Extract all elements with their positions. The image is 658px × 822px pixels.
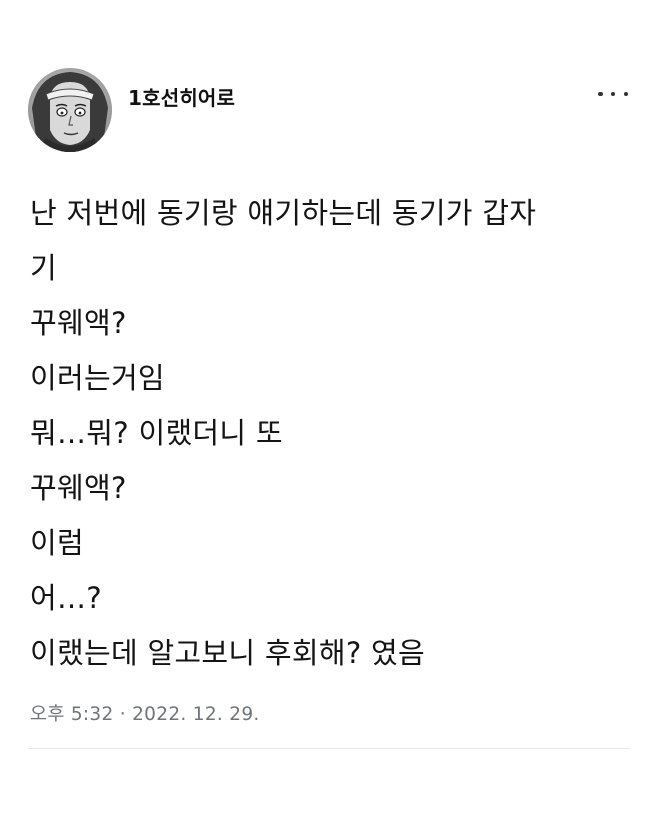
tweet-line: 이럼 (30, 526, 84, 560)
tweet-header: 1호선히어로 (28, 68, 632, 154)
tweet-text: 난 저번에 동기랑 얘기하는데 동기가 갑자 기 꾸웨액? 이러는거임 뭐…뭐?… (30, 186, 620, 681)
tweet-line: 어…? (30, 581, 102, 615)
username[interactable]: 1호선히어로 (128, 82, 235, 111)
more-dot-icon (598, 91, 603, 97)
more-dot-icon (623, 91, 628, 97)
more-dot-icon (610, 91, 616, 97)
more-options-button[interactable] (598, 84, 628, 104)
tweet-line: 이러는거임 (30, 361, 165, 395)
tweet-line: 기 (30, 251, 57, 285)
profile-avatar-icon[interactable] (28, 68, 112, 152)
tweet-line: 난 저번에 동기랑 얘기하는데 동기가 갑자 (30, 196, 537, 230)
tweet-line: 뭐…뭐? 이랬더니 또 (30, 416, 283, 450)
tweet-line: 꾸웨액? (30, 471, 127, 505)
tweet-timestamp[interactable]: 오후 5:32 · 2022. 12. 29. (30, 700, 260, 726)
tweet-line: 이랬는데 알고보니 후회해? 였음 (30, 636, 425, 670)
tweet-line: 꾸웨액? (30, 306, 127, 340)
divider (28, 748, 630, 749)
